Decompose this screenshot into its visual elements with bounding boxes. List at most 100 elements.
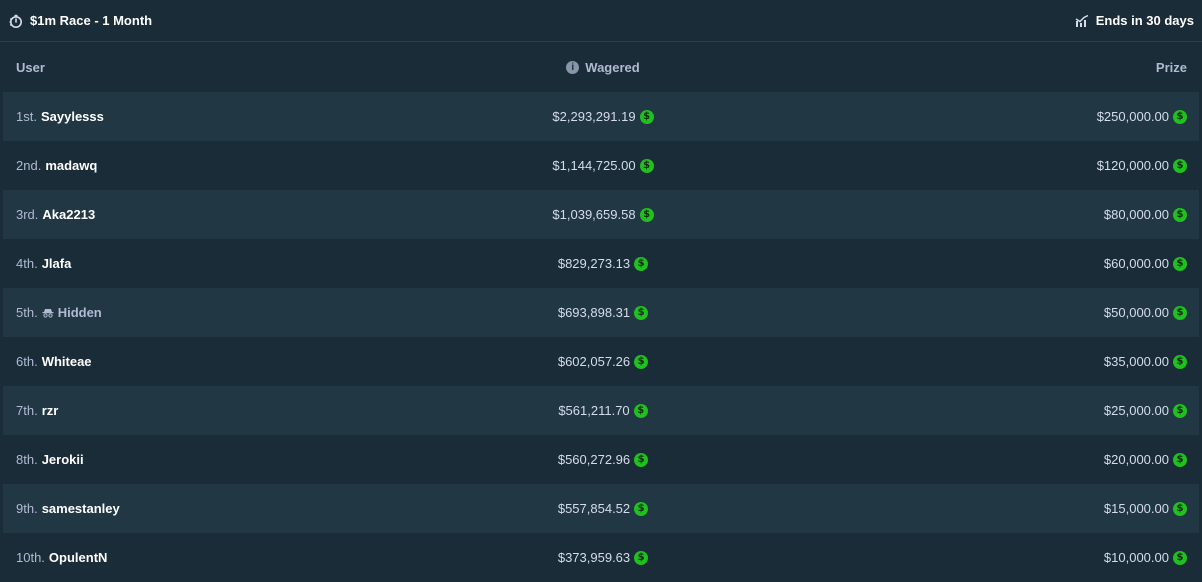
wagered-amount: $561,211.70 <box>558 403 630 418</box>
prize-amount: $10,000.00 <box>1103 550 1169 565</box>
dollar-coin-icon: $ <box>634 305 649 320</box>
dollar-coin-icon: $ <box>1173 403 1187 418</box>
dollar-coin-icon: $ <box>1173 207 1187 222</box>
prize-cell: $10,000.00 $ <box>803 550 1199 565</box>
dollar-coin-icon: $ <box>639 207 654 222</box>
user-cell: 8th. Jerokii <box>3 452 403 467</box>
username[interactable]: samestanley <box>42 501 120 516</box>
prize-cell: $15,000.00 $ <box>803 501 1199 516</box>
rank-label: 3rd. <box>16 207 39 222</box>
wagered-amount: $560,272.96 <box>557 452 631 467</box>
username[interactable]: madawq <box>45 158 97 173</box>
username[interactable]: OpulentN <box>49 550 108 565</box>
dollar-coin-icon: $ <box>634 354 649 369</box>
wagered-amount: $693,898.31 <box>557 305 631 320</box>
user-cell: 10th. OpulentN <box>3 550 403 565</box>
prize-amount: $80,000.00 <box>1103 207 1169 222</box>
prize-amount: $20,000.00 <box>1103 452 1169 467</box>
wagered-cell: $561,211.70 $ <box>403 403 803 418</box>
prize-cell: $250,000.00 $ <box>803 109 1199 124</box>
dollar-coin-icon: $ <box>1173 550 1187 565</box>
wagered-cell: $557,854.52 $ <box>403 501 803 516</box>
info-icon[interactable]: i <box>566 60 580 74</box>
dollar-coin-icon: $ <box>639 158 654 173</box>
username: Hidden <box>57 305 102 320</box>
wagered-cell: $560,272.96 $ <box>403 452 803 467</box>
username[interactable]: Whiteae <box>42 354 92 369</box>
username[interactable]: rzr <box>42 403 59 418</box>
wagered-cell: $602,057.26 $ <box>403 354 803 369</box>
dollar-coin-icon: $ <box>1173 158 1187 173</box>
rank-label: 7th. <box>16 403 38 418</box>
chart-icon <box>1075 14 1089 28</box>
table-row: 8th. Jerokii $560,272.96 $ $20,000.00 $ <box>3 435 1199 484</box>
prize-cell: $120,000.00 $ <box>803 158 1199 173</box>
stopwatch-icon <box>9 14 23 28</box>
prize-amount: $250,000.00 <box>1096 109 1169 124</box>
dollar-coin-icon: $ <box>633 403 648 418</box>
table-body: 1st. Sayylesss $2,293,291.19 $ $250,000.… <box>3 92 1199 582</box>
wagered-amount: $829,273.13 <box>557 256 631 271</box>
dollar-coin-icon: $ <box>1173 501 1187 516</box>
table-row: 2nd. madawq $1,144,725.00 $ $120,000.00 … <box>3 141 1199 190</box>
username[interactable]: Aka2213 <box>42 207 95 222</box>
user-cell: 2nd. madawq <box>3 158 403 173</box>
wagered-cell: $829,273.13 $ <box>403 256 803 271</box>
prize-amount: $15,000.00 <box>1103 501 1169 516</box>
dollar-coin-icon: $ <box>1173 354 1187 369</box>
dollar-coin-icon: $ <box>639 109 654 124</box>
wagered-cell: $693,898.31 $ <box>403 305 803 320</box>
race-title: $1m Race - 1 Month <box>30 13 153 28</box>
dollar-coin-icon: $ <box>634 452 649 467</box>
column-header-wagered: i Wagered <box>403 60 803 75</box>
wagered-amount: $373,959.63 <box>557 550 631 565</box>
rank-label: 9th. <box>16 501 38 516</box>
column-header-user: User <box>16 59 45 75</box>
table-row: 3rd. Aka2213 $1,039,659.58 $ $80,000.00 … <box>3 190 1199 239</box>
table-row: 1st. Sayylesss $2,293,291.19 $ $250,000.… <box>3 92 1199 141</box>
prize-cell: $25,000.00 $ <box>803 403 1199 418</box>
wagered-cell: $1,039,659.58 $ <box>403 207 803 222</box>
rank-label: 8th. <box>16 452 38 467</box>
prize-cell: $50,000.00 $ <box>803 305 1199 320</box>
rank-label: 10th. <box>16 550 45 565</box>
prize-amount: $60,000.00 <box>1103 256 1169 271</box>
race-title-group: $1m Race - 1 Month <box>9 13 152 28</box>
dollar-coin-icon: $ <box>634 550 649 565</box>
leaderboard-table: User i Wagered Prize 1st. Sayylesss $2,2… <box>0 42 1202 582</box>
table-row: 4th. Jlafa $829,273.13 $ $60,000.00 $ <box>3 239 1199 288</box>
user-cell: 9th. samestanley <box>3 501 403 516</box>
dollar-coin-icon: $ <box>1173 109 1187 124</box>
dollar-coin-icon: $ <box>1173 256 1187 271</box>
username[interactable]: Jlafa <box>42 256 72 271</box>
race-ends-text: Ends in 30 days <box>1095 13 1194 28</box>
prize-amount: $50,000.00 <box>1103 305 1169 320</box>
username[interactable]: Sayylesss <box>41 109 104 124</box>
table-header: User i Wagered Prize <box>3 42 1199 92</box>
dollar-coin-icon: $ <box>634 256 649 271</box>
table-row: 10th. OpulentN $373,959.63 $ $10,000.00 … <box>3 533 1199 582</box>
wagered-amount: $1,144,725.00 <box>552 158 636 173</box>
wagered-cell: $373,959.63 $ <box>403 550 803 565</box>
race-header: $1m Race - 1 Month Ends in 30 days <box>0 0 1202 42</box>
table-row: 5th. Hidden $693,898.31 $ $50,000.00 $ <box>3 288 1199 337</box>
wagered-amount: $602,057.26 <box>557 354 631 369</box>
prize-cell: $80,000.00 $ <box>803 207 1199 222</box>
user-cell: 1st. Sayylesss <box>3 109 403 124</box>
wagered-cell: $2,293,291.19 $ <box>403 109 803 124</box>
prize-cell: $35,000.00 $ <box>803 354 1199 369</box>
username[interactable]: Jerokii <box>42 452 84 467</box>
dollar-coin-icon: $ <box>1173 305 1187 320</box>
user-cell: 5th. Hidden <box>3 305 403 320</box>
rank-label: 6th. <box>16 354 38 369</box>
rank-label: 1st. <box>16 109 37 124</box>
table-row: 6th. Whiteae $602,057.26 $ $35,000.00 $ <box>3 337 1199 386</box>
wagered-amount: $557,854.52 <box>557 501 631 516</box>
wagered-cell: $1,144,725.00 $ <box>403 158 803 173</box>
prize-amount: $120,000.00 <box>1096 158 1169 173</box>
prize-cell: $60,000.00 $ <box>803 256 1199 271</box>
dollar-coin-icon: $ <box>1173 452 1187 467</box>
column-header-prize: Prize <box>1155 59 1187 75</box>
user-cell: 3rd. Aka2213 <box>3 207 403 222</box>
user-cell: 6th. Whiteae <box>3 354 403 369</box>
